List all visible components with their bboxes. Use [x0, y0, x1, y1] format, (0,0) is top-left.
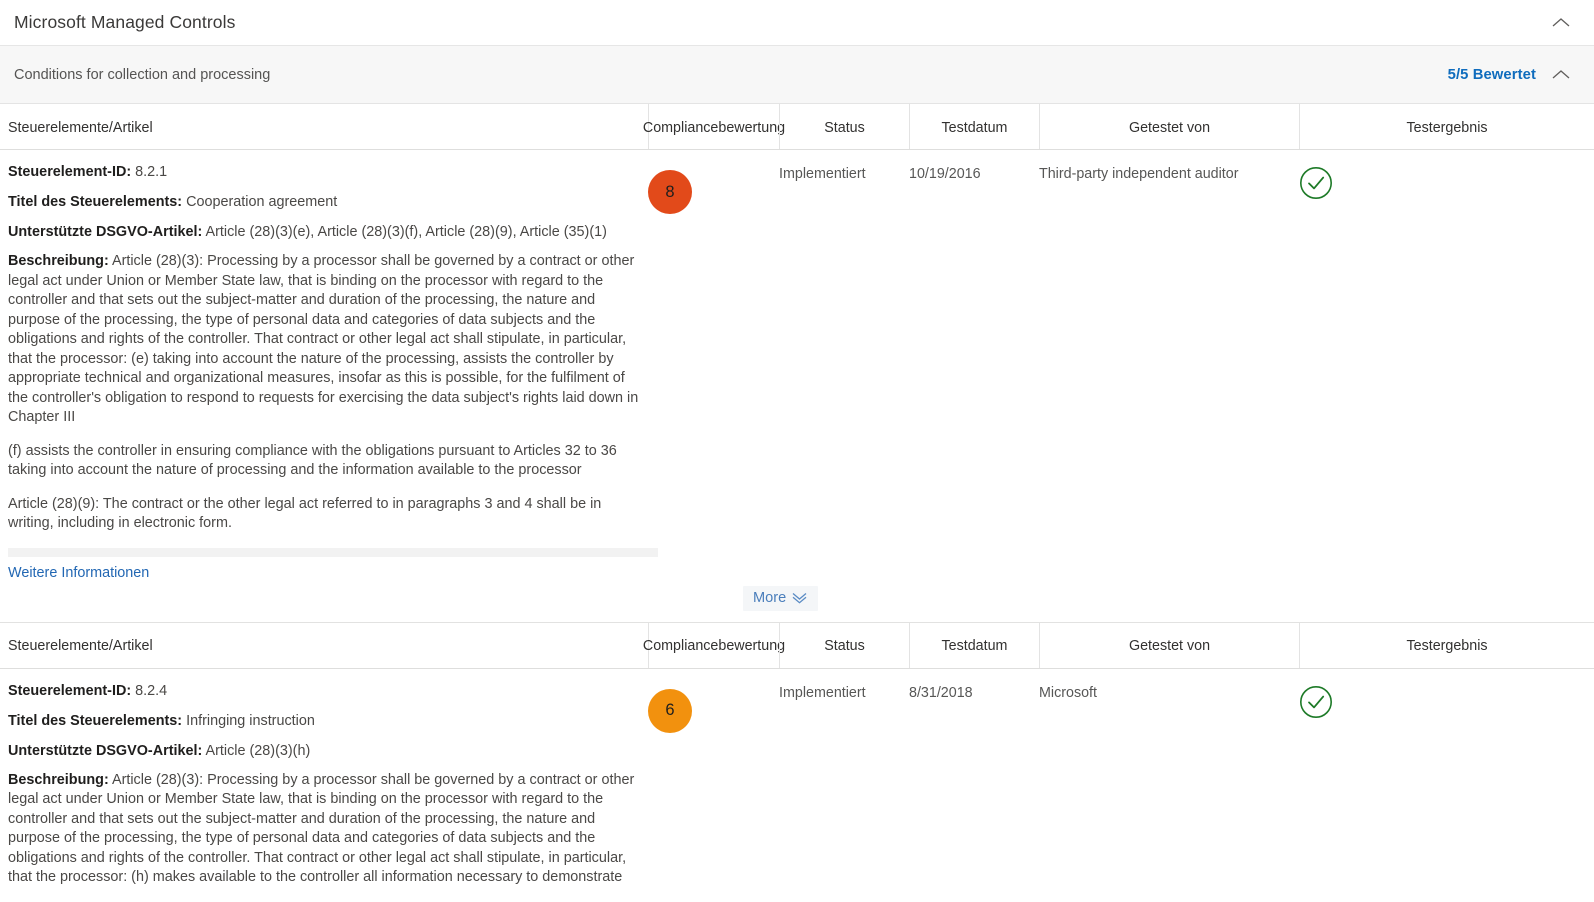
controls-table: Steuerelemente/Artikel Compliancebewertu… [0, 104, 1594, 902]
status-cell: Implementiert [779, 166, 866, 182]
compliance-score-cell: 6 [648, 669, 779, 733]
more-button[interactable]: More [743, 585, 819, 611]
column-header-test-date: Testdatum [909, 622, 1039, 668]
table-row[interactable]: Steuerelement-ID: 8.2.1 Titel des Steuer… [0, 150, 1594, 581]
control-title-line: Titel des Steuerelements: Infringing ins… [8, 711, 648, 732]
section-header[interactable]: Conditions for collection and processing… [0, 46, 1594, 104]
gdpr-articles-label: Unterstützte DSGVO-Artikel: [8, 742, 203, 759]
test-result-cell [1299, 150, 1594, 200]
horizontal-scrollbar[interactable] [8, 547, 658, 557]
status-cell: Implementiert [779, 684, 866, 701]
section-chevron-up-icon[interactable] [1550, 64, 1572, 86]
column-header-status: Status [779, 104, 909, 149]
gdpr-articles-value: Article (28)(3)(h) [205, 742, 311, 759]
gdpr-articles-label: Unterstützte DSGVO-Artikel: [8, 224, 203, 240]
table-header-row: Steuerelemente/Artikel Compliancebewertu… [0, 622, 1594, 669]
more-information-link[interactable]: Weitere Informationen [8, 565, 149, 581]
tested-by-cell: Microsoft [1039, 684, 1097, 701]
compliance-score-badge: 6 [648, 688, 692, 733]
description-text: Article (28)(3): Processing by a process… [8, 771, 635, 886]
compliance-score-badge: 8 [648, 170, 692, 214]
description-paragraph: Beschreibung: Article (28)(3): Processin… [8, 252, 648, 428]
control-detail-cell: Steuerelement-ID: 8.2.1 Titel des Steuer… [0, 150, 658, 581]
description-text: Article (28)(3): Processing by a process… [8, 253, 639, 425]
test-date-cell: 8/31/2018 [909, 684, 973, 701]
column-header-compliance-score: Compliancebewertung [643, 622, 785, 668]
section-title: Conditions for collection and processing [14, 66, 271, 83]
control-id-line: Steuerelement-ID: 8.2.1 [8, 162, 648, 183]
column-header-tested-by: Getestet von [1039, 104, 1299, 149]
compliance-score-cell: 8 [648, 150, 779, 214]
control-title-label: Titel des Steuerelements: [8, 712, 183, 729]
control-id-value: 8.2.4 [135, 682, 168, 699]
control-id-label: Steuerelement-ID: [8, 164, 132, 180]
table-row[interactable]: Steuerelement-ID: 8.2.4 Titel des Steuer… [0, 668, 1594, 902]
chevron-double-down-icon [791, 591, 808, 604]
test-date-cell: 10/19/2016 [909, 166, 981, 182]
tested-by-cell: Third-party independent auditor [1039, 166, 1239, 182]
gdpr-articles-value: Article (28)(3)(e), Article (28)(3)(f), … [205, 224, 607, 240]
test-result-cell [1299, 669, 1594, 719]
more-expander-bar: More [0, 580, 1594, 623]
control-title-value: Cooperation agreement [186, 194, 338, 210]
description-label: Beschreibung: [8, 771, 109, 788]
gdpr-articles-line: Unterstützte DSGVO-Artikel: Article (28)… [8, 741, 648, 762]
column-header-test-date: Testdatum [909, 104, 1039, 149]
column-header-tested-by: Getestet von [1039, 622, 1299, 668]
column-header-test-result: Testergebnis [1299, 622, 1594, 668]
table-header-row: Steuerelemente/Artikel Compliancebewertu… [0, 104, 1594, 150]
column-header-control: Steuerelemente/Artikel [8, 638, 153, 654]
description-paragraph: Beschreibung: Article (28)(3): Processin… [8, 771, 648, 888]
control-id-label: Steuerelement-ID: [8, 682, 132, 699]
control-title-value: Infringing instruction [186, 712, 315, 729]
description-paragraph: (f) assists the controller in ensuring c… [8, 442, 617, 479]
control-title-label: Titel des Steuerelements: [8, 194, 183, 210]
control-id-line: Steuerelement-ID: 8.2.4 [8, 681, 648, 702]
more-button-label: More [753, 589, 787, 606]
page-title: Microsoft Managed Controls [14, 12, 236, 32]
control-detail-cell: Steuerelement-ID: 8.2.4 Titel des Steuer… [0, 669, 648, 902]
control-id-value: 8.2.1 [135, 164, 168, 180]
rated-count-badge: 5/5 Bewertet [1447, 66, 1536, 83]
column-header-test-result: Testergebnis [1299, 104, 1594, 149]
check-circle-icon [1299, 685, 1594, 719]
column-header-status: Status [779, 622, 909, 668]
column-header-control: Steuerelemente/Artikel [8, 119, 153, 136]
description-label: Beschreibung: [8, 253, 109, 269]
column-header-compliance-score: Compliancebewertung [643, 104, 785, 149]
description-paragraph: Article (28)(9): The contract or the oth… [8, 495, 602, 532]
control-title-line: Titel des Steuerelements: Cooperation ag… [8, 192, 648, 213]
chevron-up-icon[interactable] [1550, 12, 1572, 34]
gdpr-articles-line: Unterstützte DSGVO-Artikel: Article (28)… [8, 222, 648, 243]
panel-title-bar: Microsoft Managed Controls [0, 0, 1594, 46]
check-circle-icon [1299, 166, 1594, 200]
